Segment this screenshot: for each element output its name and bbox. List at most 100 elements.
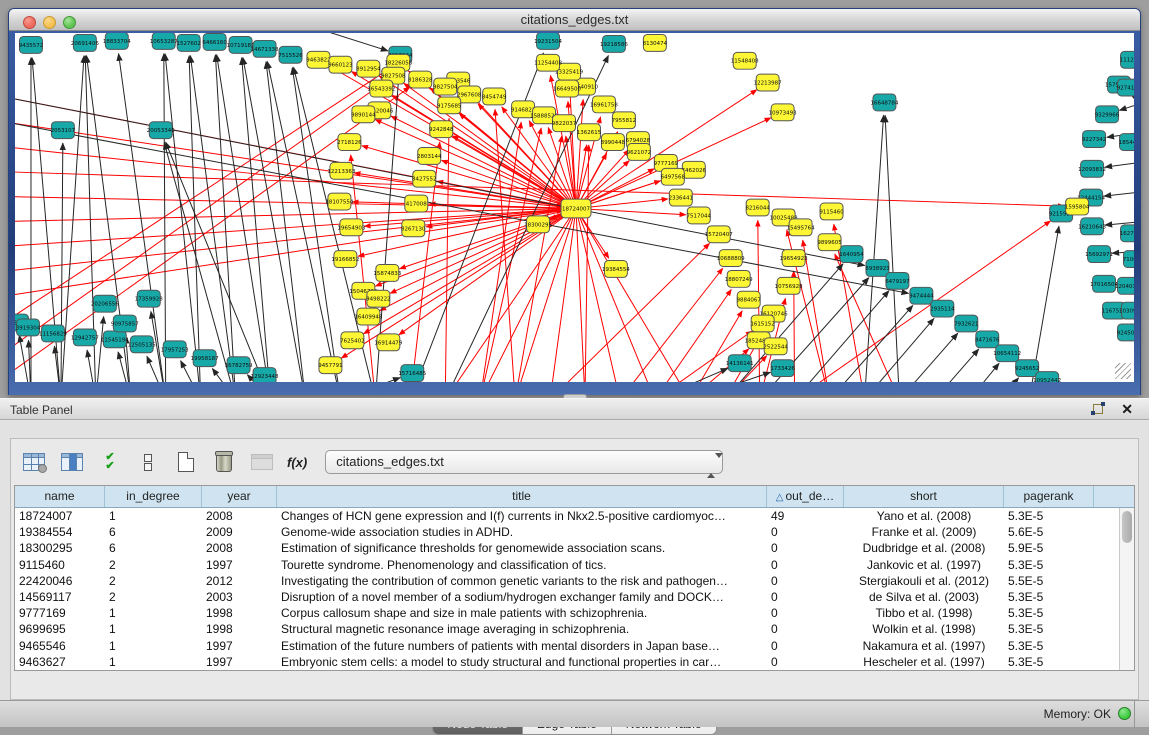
graph-node-label: 2053107	[51, 128, 76, 134]
canvas-resize-grip[interactable]	[1115, 363, 1131, 379]
column-header-year[interactable]: year	[202, 486, 277, 507]
table-cell: 2009	[202, 524, 277, 540]
table-row[interactable]: 1938455462009Genome-wide association stu…	[15, 524, 1134, 540]
column-header-short[interactable]: short	[844, 486, 1004, 507]
table-cell: Changes of HCN gene expression and I(f) …	[277, 508, 767, 524]
table-cell: 5.9E-5	[1004, 540, 1094, 556]
table-cell: Investigating the contribution of common…	[277, 573, 767, 589]
status-bar: Memory: OK	[0, 700, 1149, 727]
graph-node-label: 1527602	[176, 41, 200, 47]
table-cell: 9699695	[15, 621, 105, 637]
graph-node-label: 20206556	[91, 302, 119, 308]
table-row[interactable]: 2242004622012Investigating the contribut…	[15, 573, 1134, 589]
table-cell: 2	[105, 557, 202, 573]
table-cell: 9115460	[15, 557, 105, 573]
vertical-scrollbar[interactable]	[1119, 508, 1134, 670]
table-cell: 9463627	[15, 654, 105, 670]
graph-node-label: 9498222	[366, 297, 390, 303]
table-cell: Embryonic stem cells: a model to study s…	[277, 654, 767, 670]
graph-node-label: 16648784	[870, 100, 898, 106]
table-cell: 5.3E-5	[1004, 654, 1094, 670]
table-cell: 0	[767, 589, 844, 605]
table-cell: Genome-wide association studies in ADHD.	[277, 524, 767, 540]
graph-node-label: 16914479	[374, 340, 402, 346]
graph-node-label: 9899605	[817, 240, 841, 246]
graph-node-label: 1733426	[770, 366, 795, 372]
table-row[interactable]: 946554611997Estimation of the future num…	[15, 638, 1134, 654]
graph-node-label: 8454749	[482, 94, 507, 100]
graph-node-label: 417008	[406, 202, 427, 208]
column-header-title[interactable]: title	[277, 486, 767, 507]
graph-node-label: 7625402	[340, 338, 364, 344]
table-panel: Table Panel ✕ ✔✔	[0, 398, 1149, 727]
graph-node-label: 16782759	[225, 363, 253, 369]
table-cell: 1998	[202, 621, 277, 637]
window-titlebar[interactable]: citations_edges.txt	[9, 9, 1140, 31]
table-cell: 5.5E-5	[1004, 573, 1094, 589]
graph-node-label: 15692971	[1085, 252, 1113, 258]
table-cell: Dudbridge et al. (2008)	[844, 540, 1004, 556]
table-row[interactable]: 969969511998Structural magnetic resonanc…	[15, 621, 1134, 637]
network-table-selector[interactable]: citations_edges.txt	[325, 450, 723, 474]
graph-node-label: 6479197	[885, 279, 910, 285]
table-row[interactable]: 946362711997Embryonic stem cells: a mode…	[15, 654, 1134, 670]
network-canvas[interactable]: 9435572206914061883370410653287152760264…	[15, 33, 1134, 382]
memory-status-label: Memory: OK	[1044, 707, 1111, 721]
graph-node-label: 9474444	[909, 294, 934, 300]
graph-node-label: 20053346	[147, 128, 175, 134]
scrollbar-thumb[interactable]	[1122, 511, 1132, 543]
table-cell: 1	[105, 638, 202, 654]
delete-table-icon	[249, 450, 275, 474]
graph-node-label: 19384554	[602, 267, 630, 273]
function-builder-icon[interactable]: f(x)	[287, 455, 307, 470]
column-header-indegree[interactable]: in_degree	[105, 486, 202, 507]
graph-nodes: 9435572206914061883370410653287152760264…	[15, 33, 1134, 382]
close-panel-icon[interactable]: ✕	[1121, 401, 1133, 418]
graph-node-label: 1112743	[1120, 58, 1134, 64]
table-row[interactable]: 1872400712008Changes of HCN gene express…	[15, 508, 1134, 524]
graph-node-label: 9890144	[351, 112, 376, 118]
graph-node-label: 16409948	[354, 315, 382, 321]
citation-graph[interactable]: 9435572206914061883370410653287152760264…	[15, 33, 1134, 382]
table-cell: Jankovic et al. (1997)	[844, 557, 1004, 573]
graph-node-label: 1854410	[1119, 140, 1134, 146]
graph-node-label: 15495764	[787, 225, 815, 231]
table-row[interactable]: 1830029562008Estimation of significance …	[15, 540, 1134, 556]
row-view-icon[interactable]	[135, 450, 161, 474]
graph-node-label: 16210643	[1078, 224, 1106, 230]
column-visibility-icon[interactable]	[59, 450, 85, 474]
graph-node-label: 19231504	[534, 39, 562, 45]
table-row[interactable]: 977716911998Corpus callosum shape and si…	[15, 605, 1134, 621]
memory-ok-icon[interactable]	[1118, 707, 1131, 720]
table-cell: 6	[105, 524, 202, 540]
column-header-name[interactable]: name	[15, 486, 105, 507]
graph-node-label: 9463822	[306, 58, 330, 64]
table-mode-icon[interactable]	[21, 450, 47, 474]
window-title: citations_edges.txt	[9, 12, 1140, 27]
graph-node-label: 9621072	[627, 150, 651, 156]
selection-filter-icon[interactable]: ✔✔	[97, 450, 123, 474]
delete-column-icon[interactable]	[211, 450, 237, 474]
graph-node-label: 10973493	[769, 110, 797, 116]
column-header-pagerank[interactable]: pagerank	[1004, 486, 1094, 507]
table-row[interactable]: 911546021997Tourette syndrome. Phenomeno…	[15, 557, 1134, 573]
attribute-browser: ✔✔ f(x) citations_edges.txt	[10, 438, 1139, 700]
graph-node-label: 9884067	[736, 298, 761, 304]
table-cell: 1997	[202, 557, 277, 573]
graph-node-label: 12213987	[754, 81, 782, 87]
create-column-icon[interactable]	[173, 450, 199, 474]
table-cell: 18300295	[15, 540, 105, 556]
table-cell: 18724007	[15, 508, 105, 524]
graph-node-label: 12923448	[251, 374, 279, 380]
selector-stepper-icon	[707, 455, 716, 471]
table-cell: Nakamura et al. (1997)	[844, 638, 1004, 654]
graph-node-label: 8990448	[601, 140, 626, 146]
float-panel-icon[interactable]	[1091, 402, 1107, 418]
network-frame: 9435572206914061883370410653287152760264…	[9, 31, 1140, 395]
table-row[interactable]: 1456911722003Disruption of a novel membe…	[15, 589, 1134, 605]
table-cell: 0	[767, 605, 844, 621]
graph-node-label: 7462026	[682, 168, 707, 174]
table-cell: 1	[105, 654, 202, 670]
table-cell: 2012	[202, 573, 277, 589]
column-header-outde[interactable]: △out_de…	[767, 486, 844, 507]
